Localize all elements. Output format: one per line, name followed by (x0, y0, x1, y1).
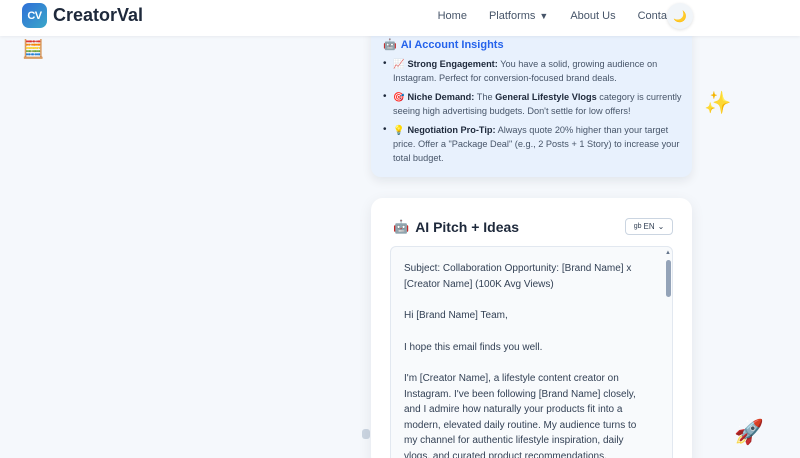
decor-shape-icon (362, 429, 370, 439)
top-header: CV CreatorVal Home Platforms ▼ About Us C… (0, 0, 800, 36)
email-paragraph: Subject: Collaboration Opportunity: [Bra… (404, 263, 632, 290)
main-nav: Home Platforms ▼ About Us Contact Us (438, 10, 692, 22)
pitch-title-text: AI Pitch + Ideas (415, 219, 520, 235)
email-paragraph: I hope this email finds you well. (404, 341, 543, 353)
pitch-title: 🤖 AI Pitch + Ideas (393, 219, 519, 235)
chevron-down-icon: ⌄ (657, 222, 665, 231)
language-select[interactable]: gb EN ⌄ (625, 218, 673, 235)
insights-list: 📈Strong Engagement: You have a solid, gr… (381, 57, 682, 165)
calculator-icon: 🧮 (22, 39, 45, 59)
pitch-email-textarea[interactable]: Subject: Collaboration Opportunity: [Bra… (390, 246, 673, 458)
nav-platforms-label: Platforms (488, 10, 536, 22)
logo[interactable]: CV CreatorVal (22, 3, 143, 28)
ai-insights-card: 🤖 AI Account Insights 📈Strong Engagement… (371, 28, 692, 177)
list-item: 📈Strong Engagement: You have a solid, gr… (381, 57, 682, 85)
nav-platforms[interactable]: Platforms ▼ (489, 10, 548, 22)
insight-category: General Lifestyle Vlogs (495, 92, 597, 102)
sparkle-icon: ✨ (704, 90, 732, 115)
target-icon: 🎯 (393, 92, 405, 102)
logo-badge: CV (22, 3, 47, 28)
language-value: EN (643, 222, 655, 231)
nav-home[interactable]: Home (438, 10, 467, 22)
email-paragraph: I'm [Creator Name], a lifestyle content … (404, 373, 637, 458)
ai-pitch-card: 🤖 AI Pitch + Ideas gb EN ⌄ Subject: Coll… (371, 198, 692, 458)
logo-text: CreatorVal (53, 5, 144, 25)
chevron-down-icon: ▼ (539, 11, 549, 21)
moon-icon: 🌙 (673, 10, 687, 23)
insights-title: 🤖 AI Account Insights (383, 38, 682, 52)
nav-about-us[interactable]: About Us (570, 10, 615, 22)
robot-icon: 🤖 (393, 219, 410, 234)
chart-icon: 📈 (393, 59, 405, 69)
robot-icon: 🤖 (383, 39, 397, 51)
list-item: 💡Negotiation Pro-Tip: Always quote 20% h… (381, 123, 682, 165)
lightbulb-icon: 💡 (393, 125, 405, 135)
scroll-up-arrow-icon[interactable]: ▲ (665, 250, 671, 256)
insight-label: Negotiation Pro-Tip: (407, 125, 496, 135)
flag-gb-icon: gb (633, 223, 642, 230)
scrollbar-thumb[interactable] (666, 260, 671, 297)
rocket-icon: 🚀 (734, 419, 764, 446)
list-item: 🎯Niche Demand: The General Lifestyle Vlo… (381, 90, 682, 118)
insight-label: Strong Engagement: (407, 59, 498, 69)
email-paragraph: Hi [Brand Name] Team, (404, 310, 508, 321)
email-scrollbar[interactable]: ▲ (665, 250, 672, 458)
insight-text-before: The (474, 92, 496, 102)
insight-label: Niche Demand: (407, 92, 475, 102)
theme-toggle-button[interactable]: 🌙 (667, 3, 693, 29)
insights-title-text: AI Account Insights (400, 38, 504, 51)
